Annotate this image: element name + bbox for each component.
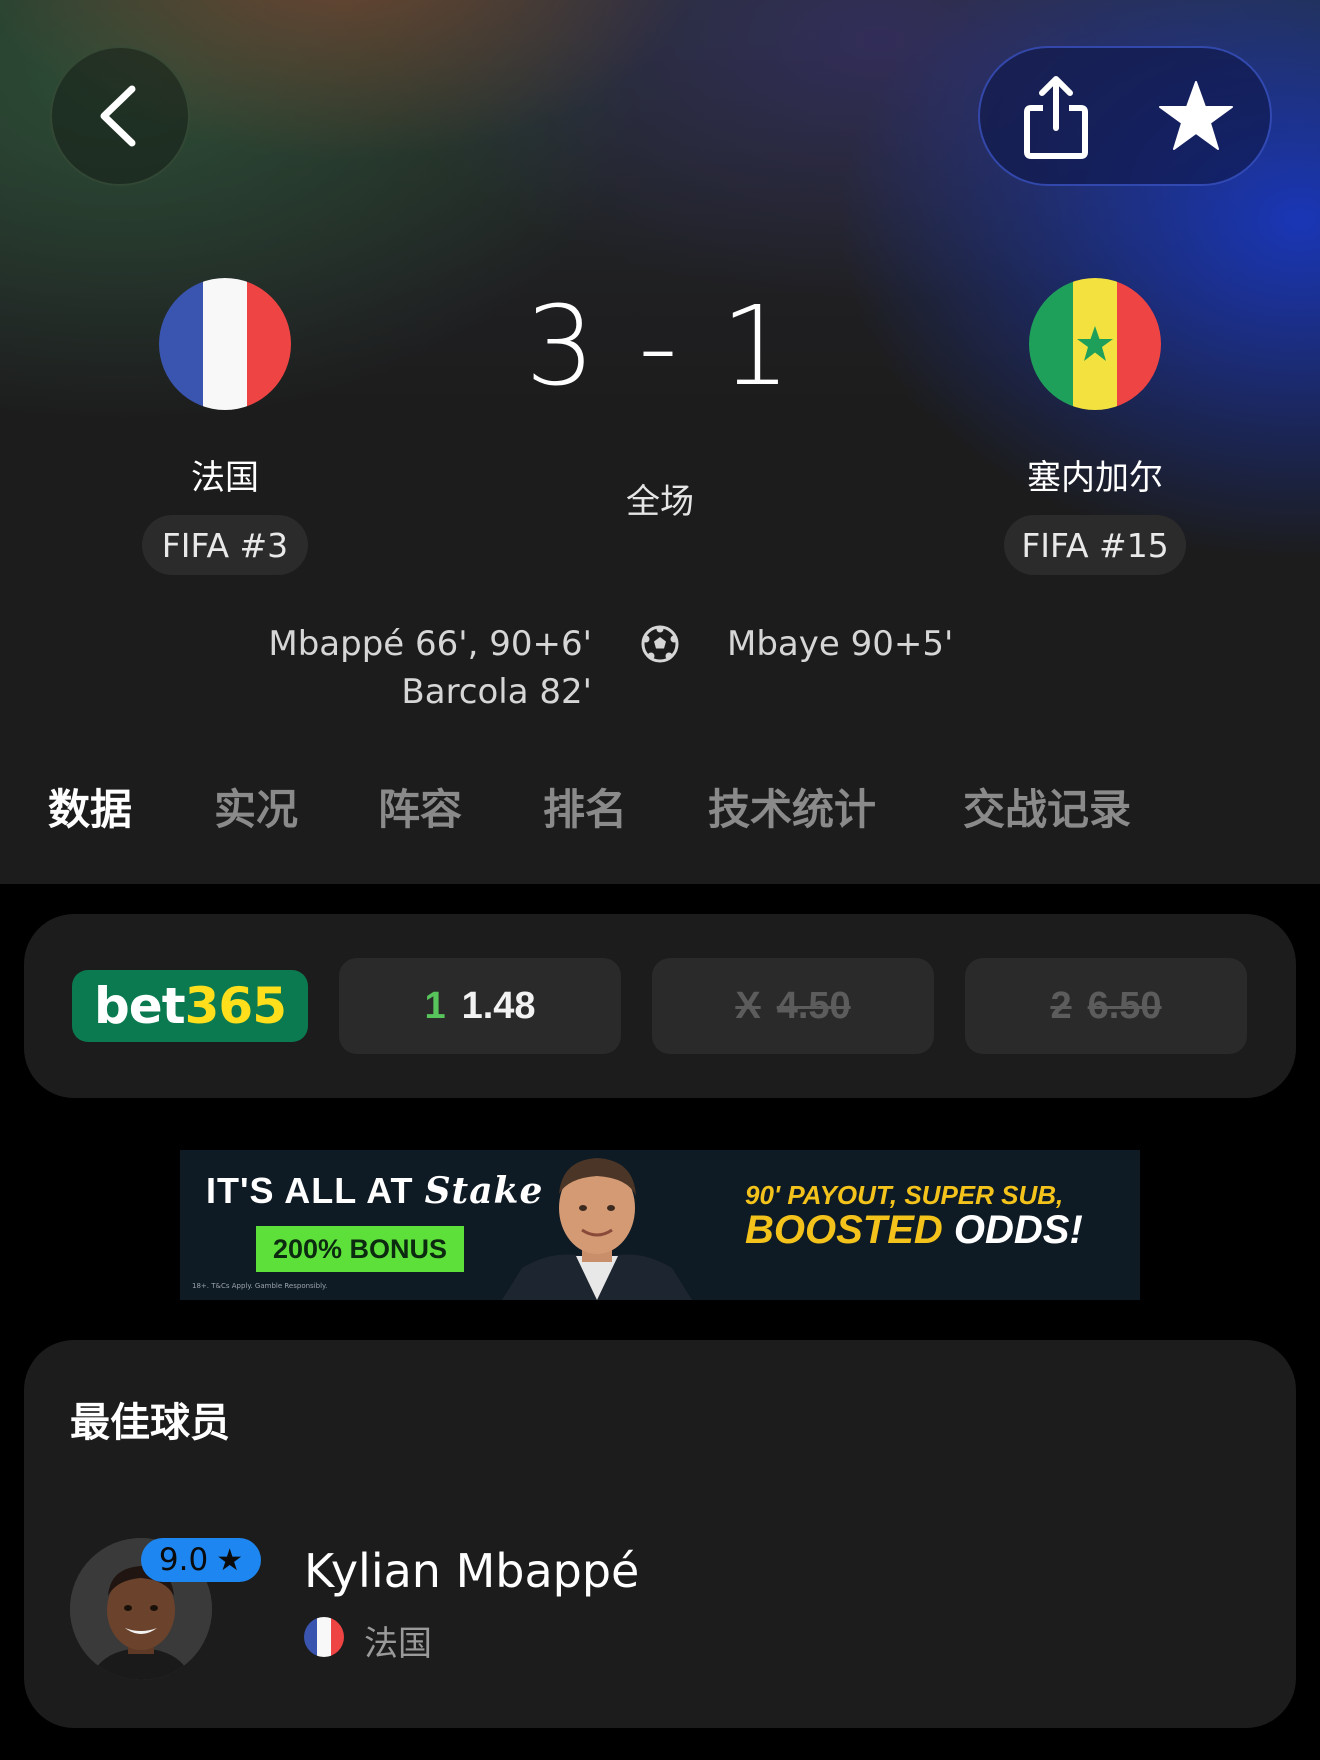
odds-label: X (735, 984, 761, 1027)
ad-headline-text: IT'S ALL AT (206, 1170, 414, 1211)
tab-lineup[interactable]: 阵容 (378, 776, 462, 837)
ad-person-image (502, 1158, 692, 1300)
star-icon (1159, 81, 1233, 150)
tab-h2h[interactable]: 交战记录 (963, 776, 1131, 837)
share-icon (1024, 76, 1088, 159)
player-team-flag (304, 1617, 344, 1657)
away-team-flag (1029, 278, 1161, 410)
flag-star-icon (1077, 326, 1113, 361)
tab-live[interactable]: 实况 (214, 776, 298, 837)
ad-line-1: 90' PAYOUT, SUPER SUB, (745, 1180, 1064, 1210)
soccer-ball-icon (641, 625, 679, 663)
ad-headline: IT'S ALL AT Stake (206, 1170, 543, 1212)
odds-draw-button[interactable]: X 4.50 (652, 958, 934, 1054)
player-rating: 9.0 (158, 1542, 209, 1578)
away-team-name[interactable]: 塞内加尔 (945, 450, 1245, 499)
bookmaker-logo[interactable]: bet 365 (72, 970, 308, 1042)
share-button[interactable] (1018, 72, 1094, 162)
odds-value: 4.50 (776, 984, 851, 1027)
favorite-button[interactable] (1156, 76, 1236, 156)
tab-stats[interactable]: 技术统计 (708, 776, 876, 837)
match-score: 3 - 1 (525, 282, 795, 410)
tab-data[interactable]: 数据 (48, 776, 132, 837)
home-team-flag (159, 278, 291, 410)
away-team-rank: FIFA #15 (1004, 515, 1186, 575)
ad-line-2: BOOSTED ODDS! (745, 1208, 1083, 1253)
odds-label: 1 (424, 984, 446, 1027)
home-team-rank: FIFA #3 (142, 515, 308, 575)
player-name[interactable]: Kylian Mbappé (304, 1544, 639, 1598)
ad-line-2b: ODDS! (953, 1208, 1083, 1252)
away-scorers: Mbaye 90+5' (727, 620, 1127, 668)
match-status: 全场 (626, 482, 694, 522)
player-rating-badge: 9.0 ★ (141, 1538, 261, 1582)
odds-label: 2 (1050, 984, 1072, 1027)
ad-banner[interactable]: IT'S ALL AT Stake 200% BONUS 18+. T&Cs A… (180, 1150, 1140, 1300)
bookmaker-logo-text-a: bet (94, 977, 186, 1035)
scorer-entry: Barcola 82' (401, 672, 592, 712)
scorer-entry: Mbaye 90+5' (727, 624, 954, 664)
rating-star-icon: ★ (216, 1542, 244, 1578)
chevron-left-icon (100, 85, 136, 147)
home-scorers: Mbappé 66', 90+6' Barcola 82' (180, 620, 592, 716)
back-button[interactable] (50, 46, 190, 186)
ad-line-2a: BOOSTED (745, 1208, 943, 1252)
odds-home-button[interactable]: 1 1.48 (339, 958, 621, 1054)
scorer-entry: Mbappé 66', 90+6' (268, 624, 592, 664)
odds-value: 1.48 (461, 984, 536, 1027)
bookmaker-logo-text-b: 365 (184, 977, 287, 1035)
tab-bar: 数据 实况 阵容 排名 技术统计 交战记录 (0, 776, 1320, 846)
best-player-title: 最佳球员 (70, 1400, 230, 1446)
ad-bonus-badge: 200% BONUS (256, 1226, 464, 1272)
odds-away-button[interactable]: 2 6.50 (965, 958, 1247, 1054)
player-team-name: 法国 (364, 1624, 432, 1664)
ad-fine-print: 18+. T&Cs Apply. Gamble Responsibly. (192, 1282, 328, 1290)
tab-standings[interactable]: 排名 (543, 776, 627, 837)
home-team-name[interactable]: 法国 (75, 450, 375, 499)
odds-value: 6.50 (1087, 984, 1162, 1027)
